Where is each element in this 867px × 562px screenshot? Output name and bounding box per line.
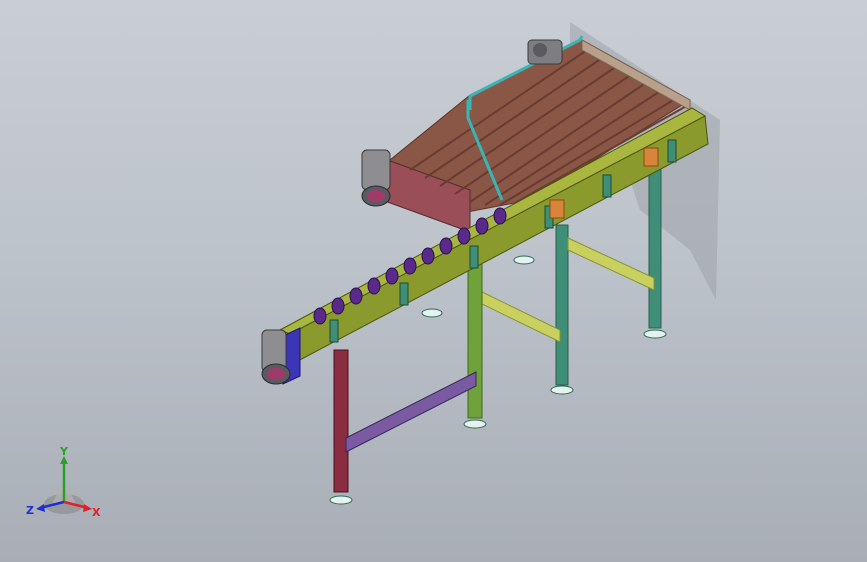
leg-back-mid[interactable] [555, 224, 569, 386]
x-axis-label: X [92, 506, 101, 519]
coordinate-triad[interactable]: Y X Z [22, 446, 106, 522]
x-axis-arrow-icon [83, 504, 92, 512]
brace-yellow-lower [477, 289, 561, 343]
z-axis-label: Z [26, 504, 34, 517]
y-axis-label: Y [59, 446, 69, 458]
conveyor-model[interactable] [0, 0, 867, 562]
label-tag-1 [549, 199, 565, 219]
leg-back-right[interactable] [648, 165, 662, 329]
label-tag-2 [643, 147, 659, 167]
brace-purple [345, 371, 477, 453]
brace-yellow-upper [567, 237, 655, 291]
drive-motor-left[interactable] [361, 149, 391, 207]
graphics-viewport[interactable]: Y X Z [0, 0, 867, 562]
leg-front-left[interactable] [333, 349, 349, 493]
drive-motor-back[interactable] [527, 39, 563, 65]
z-axis-arrow-icon [36, 504, 45, 512]
drive-motor-front[interactable] [261, 329, 291, 385]
